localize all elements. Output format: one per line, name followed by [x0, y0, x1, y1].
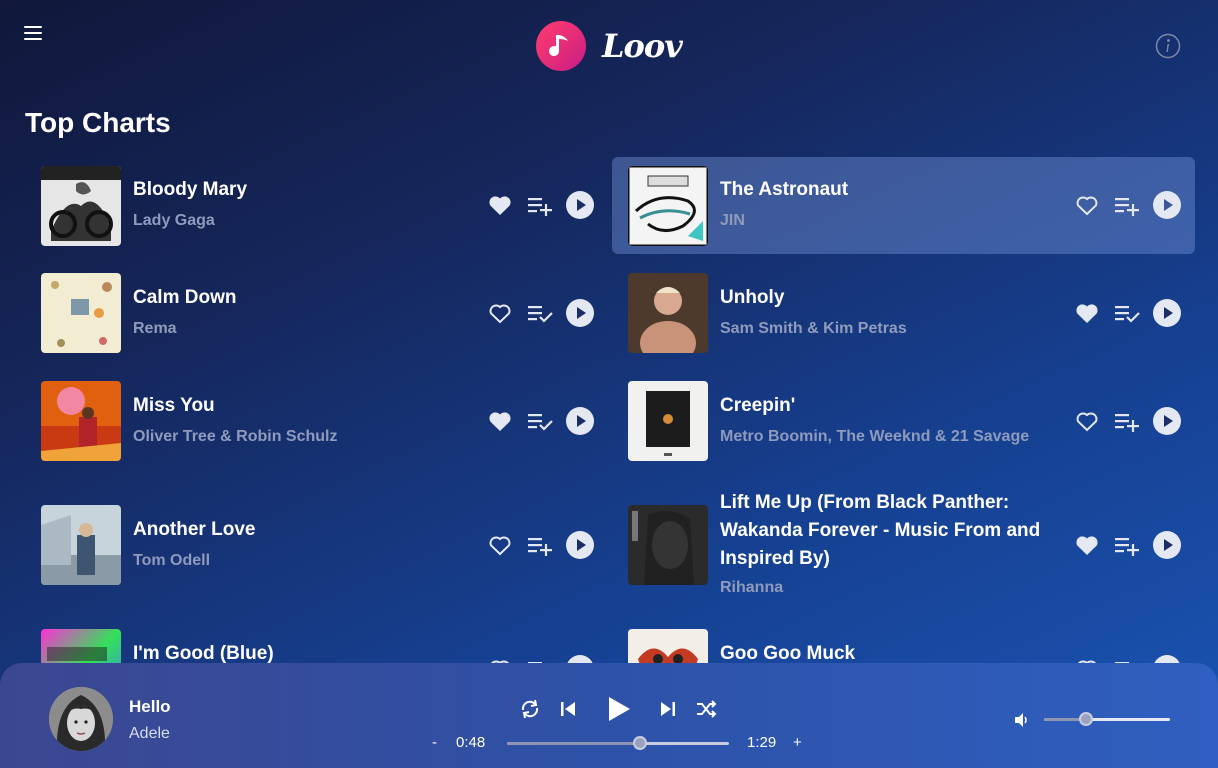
track-artist: Metro Boomin, The Weeknd & 21 Savage: [720, 428, 1030, 445]
app-logo: Loov: [536, 21, 683, 71]
track-artist: Lady Gaga: [133, 212, 215, 229]
track-title: Bloody Mary: [133, 179, 248, 200]
track-row[interactable]: Another Love Tom Odell: [25, 497, 608, 594]
track-actions: [1072, 298, 1182, 328]
queued-check-icon[interactable]: [1112, 298, 1142, 328]
heart-outline-icon[interactable]: [1072, 406, 1102, 436]
heart-filled-icon[interactable]: [1072, 298, 1102, 328]
heart-outline-icon[interactable]: [1072, 190, 1102, 220]
now-playing-artist: Adele: [129, 725, 170, 742]
add-to-queue-icon[interactable]: [525, 190, 555, 220]
track-artist: Sam Smith & Kim Petras: [720, 320, 907, 337]
heart-filled-icon[interactable]: [485, 406, 515, 436]
track-title: Another Love: [133, 519, 256, 540]
player-bar: Hello Adele - 0:48 1:29 +: [0, 663, 1218, 768]
track-artist: Rema: [133, 320, 177, 337]
track-artist: Rihanna: [720, 579, 784, 596]
seek-forward-button[interactable]: +: [793, 734, 802, 751]
play-circle-icon[interactable]: [1152, 298, 1182, 328]
track-row-selected[interactable]: The Astronaut JIN: [612, 157, 1195, 254]
repeat-icon[interactable]: [518, 697, 542, 721]
play-circle-icon[interactable]: [1152, 406, 1182, 436]
track-actions: [1072, 190, 1182, 220]
track-artist: Tom Odell: [133, 552, 211, 569]
album-cover: [41, 166, 121, 246]
album-cover: [628, 166, 708, 246]
track-title: Creepin': [720, 395, 796, 416]
track-actions: [1072, 530, 1182, 560]
volume-slider[interactable]: [1044, 712, 1170, 726]
play-circle-icon[interactable]: [565, 406, 595, 436]
track-title: Lift Me Up (From Black Panther: Wakanda …: [720, 492, 1041, 569]
play-circle-icon[interactable]: [1152, 530, 1182, 560]
previous-icon[interactable]: [556, 697, 580, 721]
track-title: Unholy: [720, 287, 785, 308]
duration-time: 1:29: [747, 734, 777, 751]
track-row[interactable]: Bloody Mary Lady Gaga: [25, 157, 608, 254]
play-icon[interactable]: [602, 693, 634, 725]
app-name: Loov: [602, 27, 683, 65]
track-title: The Astronaut: [720, 179, 849, 200]
progress-fill: [507, 742, 641, 745]
track-row[interactable]: Calm Down Rema: [25, 265, 608, 362]
track-row[interactable]: Unholy Sam Smith & Kim Petras: [612, 265, 1195, 362]
menu-icon[interactable]: [24, 26, 42, 40]
add-to-queue-icon[interactable]: [1112, 406, 1142, 436]
now-playing-cover: [49, 687, 113, 751]
album-cover: [41, 505, 121, 585]
now-playing-title: Hello: [129, 697, 171, 716]
progress-knob[interactable]: [633, 736, 648, 750]
track-actions: [485, 190, 595, 220]
album-cover: [628, 505, 708, 585]
album-cover: [628, 273, 708, 353]
track-actions: [485, 298, 595, 328]
queued-check-icon[interactable]: [525, 406, 555, 436]
album-cover: [41, 273, 121, 353]
play-circle-icon[interactable]: [1152, 190, 1182, 220]
next-icon[interactable]: [656, 697, 680, 721]
album-cover: [628, 381, 708, 461]
heart-filled-icon[interactable]: [485, 190, 515, 220]
track-row[interactable]: Lift Me Up (From Black Panther: Wakanda …: [612, 489, 1195, 603]
info-icon[interactable]: [1155, 33, 1181, 59]
heart-filled-icon[interactable]: [1072, 530, 1102, 560]
elapsed-time: 0:48: [456, 734, 486, 751]
add-to-queue-icon[interactable]: [1112, 190, 1142, 220]
heart-outline-icon[interactable]: [485, 530, 515, 560]
track-artist: JIN: [720, 212, 745, 229]
track-title: Miss You: [133, 395, 215, 416]
add-to-queue-icon[interactable]: [525, 530, 555, 560]
track-actions: [485, 530, 595, 560]
volume-knob[interactable]: [1078, 712, 1093, 726]
album-cover: [41, 381, 121, 461]
queued-check-icon[interactable]: [525, 298, 555, 328]
track-actions: [485, 406, 595, 436]
top-bar: Loov: [0, 0, 1218, 95]
volume-icon[interactable]: [1013, 711, 1031, 729]
shuffle-icon[interactable]: [694, 697, 718, 721]
heart-outline-icon[interactable]: [485, 298, 515, 328]
play-circle-icon[interactable]: [565, 298, 595, 328]
add-to-queue-icon[interactable]: [1112, 530, 1142, 560]
track-artist: Oliver Tree & Robin Schulz: [133, 428, 338, 445]
track-title: Calm Down: [133, 287, 237, 308]
track-row[interactable]: Miss You Oliver Tree & Robin Schulz: [25, 373, 608, 470]
music-note-icon: [536, 21, 586, 71]
play-circle-icon[interactable]: [565, 190, 595, 220]
track-row[interactable]: Creepin' Metro Boomin, The Weeknd & 21 S…: [612, 373, 1195, 470]
play-circle-icon[interactable]: [565, 530, 595, 560]
seek-back-button[interactable]: -: [432, 734, 437, 751]
section-title: Top Charts: [25, 107, 171, 138]
track-actions: [1072, 406, 1182, 436]
progress-slider[interactable]: [507, 736, 729, 750]
